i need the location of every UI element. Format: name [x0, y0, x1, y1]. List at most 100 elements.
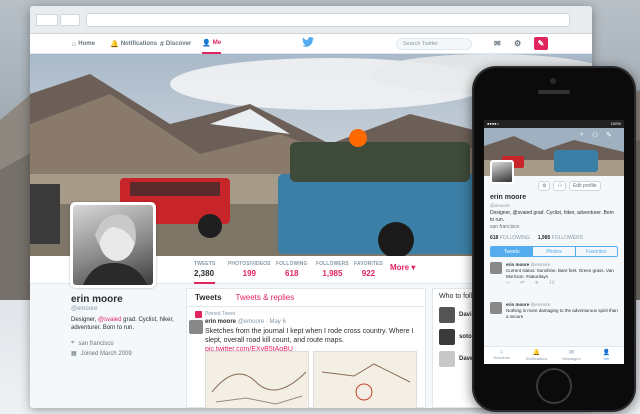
tab-favorites[interactable]: Favorites [576, 247, 617, 256]
favorite-icon[interactable]: ★ [534, 280, 538, 286]
tweet-content: erin moore @emoore Current status: Sunshi… [506, 262, 618, 280]
compose-tweet-button[interactable]: ✎ [534, 37, 548, 50]
tweet-body: Nothing is more damaging to the adventur… [506, 308, 618, 319]
followers-label: FOLLOWERS [551, 235, 584, 241]
tweets-timeline: Tweets Tweets & replies Pinned Tweet eri… [186, 288, 426, 408]
tabbar-label: Me [603, 356, 610, 361]
tabbar-label: Timelines [493, 355, 510, 360]
tweet-handle: @emoore [530, 262, 551, 267]
phone-followers-stat[interactable]: 1,985 FOLLOWERS [538, 235, 583, 241]
nav-discover[interactable]: # Discover [160, 34, 191, 54]
edit-profile-button[interactable]: Edit profile [568, 181, 601, 191]
phone-profile-avatar[interactable] [490, 160, 514, 184]
envelope-icon: ✉ [568, 350, 575, 356]
bell-icon: 🔔 [110, 41, 119, 48]
tabbar-label: Notifications [525, 356, 548, 361]
tweet-body: Sketches from the journal I kept when I … [205, 328, 414, 344]
phone-speaker [538, 90, 570, 94]
phone-profile-tabs: Tweets Photos Favorites [490, 246, 618, 257]
add-people-icon[interactable]: ⚇ [592, 131, 598, 139]
profile-handle[interactable]: @emoore [71, 306, 97, 312]
tweet-text: Sketches from the journal I kept when I … [205, 327, 417, 354]
tweet-body: Current status: Sunshine. Bare feet. Gre… [506, 268, 614, 279]
suggestion-name[interactable]: Davi [459, 312, 472, 318]
following-label: FOLLOWING [499, 235, 530, 241]
tabbar-messages[interactable]: ✉ Messages [554, 347, 589, 364]
suggestion-name[interactable]: soto [459, 334, 472, 340]
stat-label: TWEETS [194, 261, 216, 267]
phone-tweet[interactable]: erin moore @emoore Nothing is more damagi… [490, 302, 618, 320]
tabbar-label: Messages [562, 356, 581, 361]
location-text: san francisco [78, 340, 114, 347]
tab-tweets-replies[interactable]: Tweets & replies [236, 293, 295, 302]
stat-photos[interactable]: PHOTOS/VIDEOS 199 [228, 261, 271, 278]
twitter-topbar: ⌂ Home 🔔 Notifications # Discover 👤 Me S… [30, 34, 592, 54]
nav-home[interactable]: ⌂ Home [72, 34, 95, 54]
stat-value: 1,985 [322, 269, 343, 278]
tab-tweets[interactable]: Tweets [491, 247, 534, 256]
address-bar[interactable] [86, 13, 570, 27]
stat-tweets[interactable]: TWEETS 2,380 [194, 261, 216, 284]
profile-bio: Designer, @svaied grad. Cyclist, hiker, … [71, 316, 181, 332]
gear-icon[interactable]: ⚙ [514, 39, 521, 48]
joined-text: Joined March 2009 [80, 350, 132, 357]
phone-camera [550, 78, 556, 84]
back-button[interactable] [36, 14, 58, 26]
tweet-author-name[interactable]: erin moore [205, 319, 236, 325]
profile-name: erin moore [71, 294, 123, 305]
phone-home-button[interactable] [536, 368, 572, 404]
tweet-avatar[interactable] [490, 302, 502, 314]
search-icon[interactable]: ⌕ [580, 131, 584, 139]
person-icon: 👤 [602, 350, 611, 356]
stat-label: FOLLOWERS [316, 261, 349, 267]
phone-tweet[interactable]: erin moore @emoore Current status: Sunshi… [490, 262, 618, 286]
more-menu-label: More ▾ [390, 263, 416, 272]
nav-notifications-label: Notifications [120, 41, 158, 47]
forward-button[interactable] [60, 14, 80, 26]
reply-icon[interactable]: ↩ [506, 280, 510, 286]
profile-location: ⌖ san francisco [71, 340, 114, 347]
profile-avatar[interactable] [70, 202, 156, 288]
location-pin-icon: ⌖ [71, 340, 75, 346]
tweet[interactable]: erin moore @emoore · May 6 Sketches from… [187, 317, 425, 354]
suggestion-avatar [439, 351, 455, 367]
stat-favorites[interactable]: FAVORITES 922 [354, 261, 383, 278]
stat-label: FOLLOWING [276, 261, 308, 267]
home-icon: ⌂ [72, 40, 77, 48]
stat-more-dropdown[interactable]: More ▾ [390, 261, 415, 272]
gear-icon[interactable]: ⚙ [538, 181, 551, 191]
search-input[interactable]: Search Twitter [396, 38, 472, 50]
followers-count: 1,985 [537, 235, 551, 241]
phone-profile-actions: ⚙ ⚇ Edit profile [538, 181, 601, 191]
messages-icon[interactable]: ✉ [494, 39, 501, 48]
tweet-avatar[interactable] [490, 262, 502, 274]
tabbar-me[interactable]: 👤 Me [589, 347, 624, 364]
pinned-tweet-label: Pinned Tweet [187, 307, 425, 318]
tabbar-notifications[interactable]: 🔔 Notifications [519, 347, 554, 364]
tweet-media-image[interactable] [313, 351, 417, 408]
tweet-actions: ↩ ⇄ ★ 1d [506, 280, 618, 286]
tab-photos[interactable]: Photos [533, 247, 576, 256]
stat-followers[interactable]: FOLLOWERS 1,985 [316, 261, 349, 278]
compose-icon[interactable]: ✎ [606, 131, 612, 139]
phone-profile-name: erin moore [490, 194, 527, 201]
phone-following-stat[interactable]: 618 FOLLOWING [490, 235, 530, 241]
tabbar-timelines[interactable]: ⌂ Timelines [484, 347, 519, 364]
retweet-icon[interactable]: ⇄ [520, 280, 524, 286]
twitter-bird-icon[interactable] [302, 37, 314, 50]
tweet-avatar[interactable] [189, 320, 203, 334]
tweet-handle: @emoore [530, 302, 551, 307]
stat-value: 922 [361, 269, 376, 278]
tweet-media-image[interactable] [205, 351, 309, 408]
bio-mention-link[interactable]: @svaied [98, 317, 121, 323]
nav-me[interactable]: 👤 Me [202, 34, 222, 54]
nav-notifications[interactable]: 🔔 Notifications [110, 34, 157, 54]
nav-home-label: Home [78, 41, 95, 47]
phone-tab-bar: ⌂ Timelines 🔔 Notifications ✉ Messages 👤 Me [484, 346, 624, 364]
nav-me-label: Me [212, 40, 222, 46]
follow-people-icon[interactable]: ⚇ [553, 181, 566, 191]
bio-text: Designer, [71, 317, 99, 323]
stat-following[interactable]: FOLLOWING 618 [276, 261, 307, 278]
phone-profile-handle: @emoore [490, 203, 510, 208]
tab-tweets[interactable]: Tweets [195, 293, 222, 302]
